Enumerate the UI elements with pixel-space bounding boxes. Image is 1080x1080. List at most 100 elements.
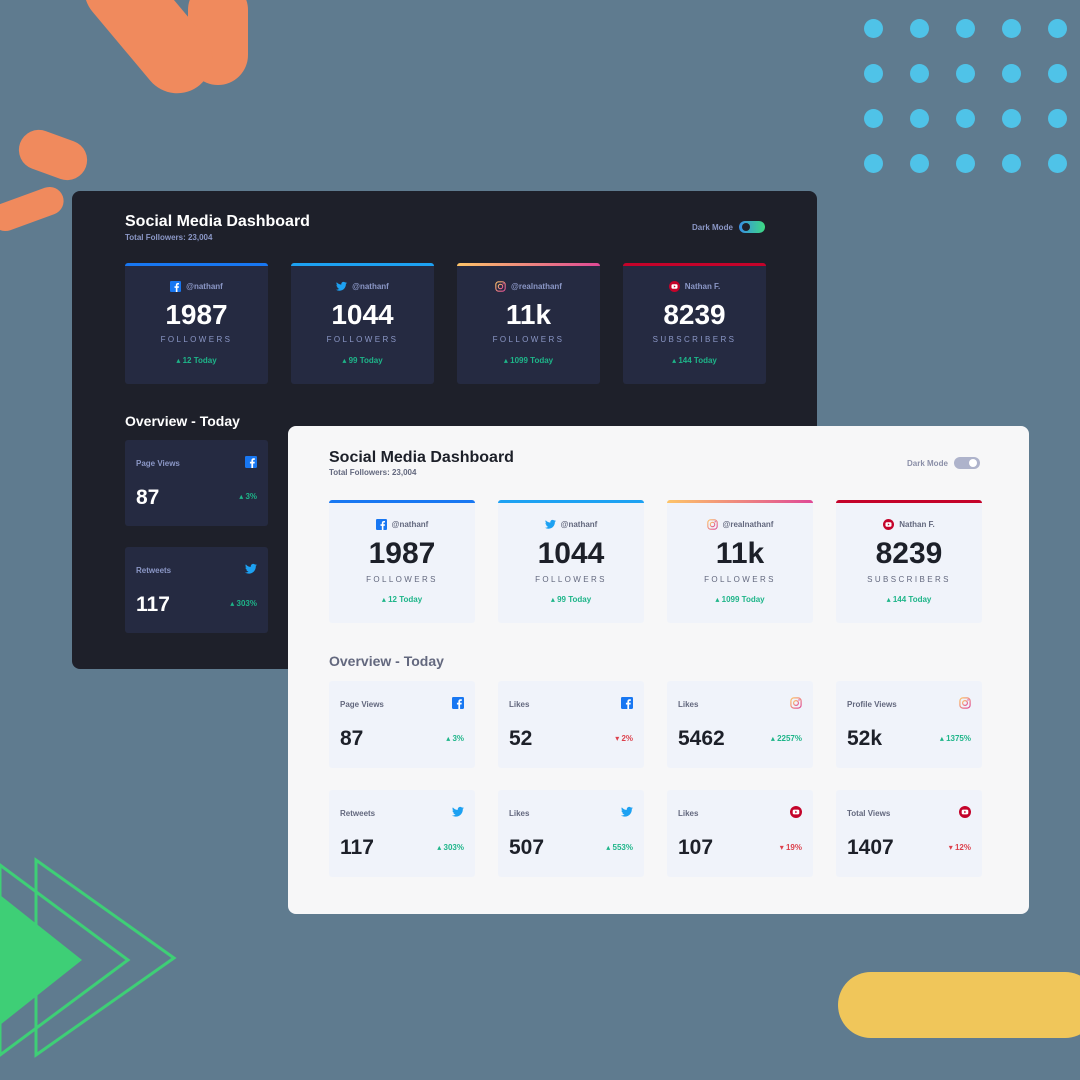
- follower-card[interactable]: @nathanf 1044 FOLLOWERS ▴ 99 Today: [291, 263, 434, 384]
- overview-card[interactable]: Retweets 117 ▴ 303%: [125, 547, 268, 633]
- overview-change: ▴ 303%: [437, 843, 464, 852]
- overview-change: ▴ 3%: [239, 492, 257, 501]
- card-handle: Nathan F.: [684, 282, 721, 291]
- card-handle: @realnathanf: [511, 282, 562, 291]
- decor-dot: [910, 154, 929, 173]
- overview-value: 507: [509, 836, 545, 859]
- follower-card[interactable]: @realnathanf 11k FOLLOWERS ▴ 1099 Today: [457, 263, 600, 384]
- overview-card[interactable]: Profile Views 52k ▴ 1375%: [836, 681, 982, 768]
- toggle-knob: [741, 223, 750, 231]
- card-handle: @realnathanf: [722, 520, 774, 529]
- overview-value: 107: [678, 836, 714, 859]
- card-handle-row: @nathanf: [544, 519, 597, 530]
- decor-dot: [956, 64, 975, 83]
- decor-dot: [864, 19, 883, 38]
- overview-card[interactable]: Likes 52 ▾ 2%: [498, 681, 644, 768]
- overview-label: Likes: [678, 700, 699, 709]
- dark-mode-toggle[interactable]: [953, 457, 980, 469]
- facebook-icon: [375, 519, 387, 530]
- up-arrow-icon: ▴: [886, 595, 891, 604]
- up-arrow-icon: ▴: [606, 843, 611, 852]
- decor-dot: [910, 109, 929, 128]
- facebook-icon: [245, 456, 257, 468]
- facebook-icon: [170, 281, 182, 292]
- decor-yellow-pill: [838, 972, 1080, 1038]
- change-value: 12 Today: [182, 356, 217, 365]
- instagram-icon: [959, 697, 971, 709]
- follower-card[interactable]: @realnathanf 11k FOLLOWERS ▴ 1099 Today: [667, 500, 813, 623]
- twitter-icon: [336, 281, 348, 292]
- follower-count: 11k: [505, 299, 552, 330]
- follower-card[interactable]: @nathanf 1987 FOLLOWERS ▴ 12 Today: [125, 263, 268, 384]
- decor-dot: [1048, 64, 1067, 83]
- overview-card[interactable]: Likes 107 ▾ 19%: [667, 790, 813, 877]
- decor-dot: [956, 109, 975, 128]
- overview-label: Profile Views: [847, 700, 897, 709]
- overview-title: Overview - Today: [125, 413, 240, 429]
- up-arrow-icon: ▴: [230, 599, 235, 608]
- overview-card[interactable]: Page Views 87 ▴ 3%: [329, 681, 475, 768]
- follower-count: 1987: [368, 537, 436, 570]
- overview-change: ▴ 2257%: [771, 734, 802, 743]
- up-arrow-icon: ▴: [939, 734, 944, 743]
- overview-label: Likes: [678, 809, 699, 818]
- change-value: 303%: [236, 599, 257, 608]
- overview-card[interactable]: Retweets 117 ▴ 303%: [329, 790, 475, 877]
- decor-dot: [1002, 109, 1021, 128]
- page-title: Social Media Dashboard: [329, 449, 514, 466]
- change-value: 144 Today: [678, 356, 717, 365]
- change-value: 303%: [443, 843, 464, 852]
- follower-unit: SUBSCRIBERS: [867, 575, 951, 584]
- overview-value: 52k: [847, 727, 883, 750]
- overview-value: 87: [136, 486, 160, 509]
- follower-card[interactable]: @nathanf 1987 FOLLOWERS ▴ 12 Today: [329, 500, 475, 623]
- overview-label: Retweets: [136, 566, 172, 575]
- follower-unit: FOLLOWERS: [160, 335, 233, 344]
- up-arrow-icon: ▴: [342, 356, 347, 365]
- card-handle-row: @realnathanf: [495, 281, 562, 292]
- change-value: 99 Today: [348, 356, 383, 365]
- decor-dot: [864, 109, 883, 128]
- card-accent-bar: [125, 263, 268, 266]
- decor-dot: [1048, 19, 1067, 38]
- follower-card[interactable]: @nathanf 1044 FOLLOWERS ▴ 99 Today: [498, 500, 644, 623]
- overview-title: Overview - Today: [329, 653, 444, 669]
- up-arrow-icon: ▴: [381, 595, 386, 604]
- down-arrow-icon: ▾: [779, 843, 784, 852]
- overview-card[interactable]: Likes 5462 ▴ 2257%: [667, 681, 813, 768]
- follower-card[interactable]: Nathan F. 8239 SUBSCRIBERS ▴ 144 Today: [623, 263, 766, 384]
- follower-change: ▴ 99 Today: [342, 356, 382, 365]
- up-arrow-icon: ▴: [239, 492, 244, 501]
- overview-change: ▾ 12%: [949, 843, 971, 852]
- overview-change: ▾ 2%: [615, 734, 633, 743]
- overview-value: 117: [340, 836, 374, 859]
- overview-value: 5462: [678, 727, 725, 750]
- decor-dot: [1002, 154, 1021, 173]
- youtube-icon: [790, 806, 802, 818]
- follower-card[interactable]: Nathan F. 8239 SUBSCRIBERS ▴ 144 Today: [836, 500, 982, 623]
- dark-mode-toggle[interactable]: [738, 221, 765, 233]
- overview-change: ▴ 303%: [230, 599, 257, 608]
- overview-label: Page Views: [136, 459, 180, 468]
- overview-card[interactable]: Likes 507 ▴ 553%: [498, 790, 644, 877]
- follower-change: ▴ 144 Today: [672, 356, 717, 365]
- up-arrow-icon: ▴: [176, 356, 181, 365]
- twitter-icon: [452, 806, 464, 818]
- youtube-icon: [959, 806, 971, 818]
- follower-count: 1987: [165, 299, 228, 330]
- card-handle: @nathanf: [391, 520, 429, 529]
- youtube-icon: [668, 281, 680, 292]
- change-value: 2%: [621, 734, 633, 743]
- card-handle-row: Nathan F.: [668, 281, 721, 292]
- follower-count: 8239: [663, 299, 726, 330]
- overview-change: ▴ 1375%: [940, 734, 971, 743]
- overview-card[interactable]: Total Views 1407 ▾ 12%: [836, 790, 982, 877]
- follower-change: ▴ 144 Today: [887, 595, 932, 604]
- overview-value: 87: [340, 727, 364, 750]
- overview-card[interactable]: Page Views 87 ▴ 3%: [125, 440, 268, 526]
- overview-change: ▴ 553%: [606, 843, 633, 852]
- follower-change: ▴ 1099 Today: [504, 356, 553, 365]
- youtube-icon: [883, 519, 895, 530]
- card-handle-row: @nathanf: [336, 281, 389, 292]
- up-arrow-icon: ▴: [503, 356, 508, 365]
